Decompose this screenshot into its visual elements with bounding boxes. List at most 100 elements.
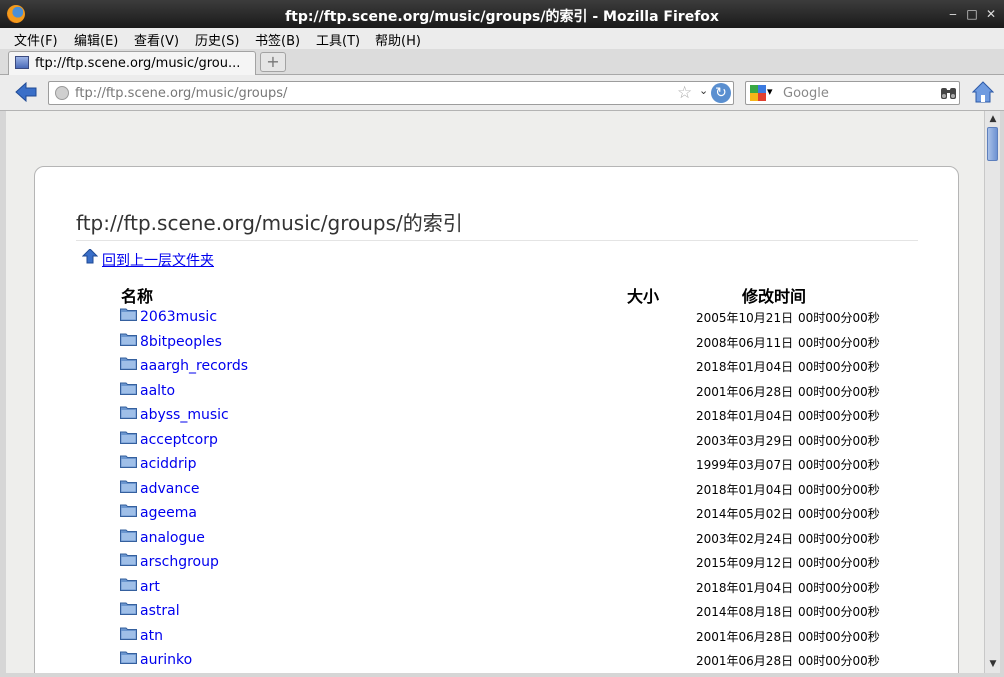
home-icon[interactable] [972,81,994,103]
menu-view[interactable]: 查看(V) [134,30,179,49]
folder-icon[interactable] [120,601,137,615]
tab-ftp-index[interactable]: ftp://ftp.scene.org/music/grou... [8,51,256,75]
page-viewport: ftp://ftp.scene.org/music/groups/的索引 回到上… [6,111,984,673]
globe-icon [55,86,69,100]
scroll-up-arrow-icon[interactable]: ▲ [986,112,1000,126]
folder-link[interactable]: atn [140,628,163,644]
modified-time: 00时00分00秒 [798,556,880,570]
modified-date: 1999年03月07日 [696,458,794,472]
back-arrow-icon[interactable] [15,82,37,102]
folder-icon[interactable] [120,454,137,468]
folder-link[interactable]: 8bitpeoples [140,334,222,350]
scrollbar-thumb[interactable] [987,127,998,161]
modified-time: 00时00分00秒 [798,335,880,350]
menu-history[interactable]: 历史(S) [195,30,239,49]
reload-icon[interactable]: ↻ [711,83,731,103]
modified-date: 2014年08月18日 [696,605,794,619]
folder-link[interactable]: aaargh_records [140,358,248,374]
modified-date: 2018年01月04日 [696,409,794,423]
modified-date: 2015年09月12日 [696,556,794,570]
folder-link[interactable]: acceptcorp [140,432,218,448]
modified-date: 2014年05月02日 [696,507,794,521]
folder-link[interactable]: aurinko [140,652,192,668]
table-row: acceptcorp 2003年03月29日 00时00分00秒 [120,430,890,450]
table-row: ageema 2014年05月02日 00时00分00秒 [120,503,890,523]
menu-bar: 文件(F) 编辑(E) 查看(V) 历史(S) 书签(B) 工具(T) 帮助(H… [0,28,1004,49]
minimize-button[interactable]: ‒ [946,7,960,21]
modified-date: 2003年03月29日 [696,433,794,448]
search-engine-dropdown-icon[interactable]: ▾ [767,85,773,98]
modified-time: 00时00分00秒 [798,360,880,374]
folder-icon[interactable] [120,405,137,419]
folder-link[interactable]: art [140,579,160,595]
folder-icon[interactable] [120,552,137,566]
modified-date: 2001年06月28日 [696,384,794,399]
table-row: aurinko 2001年06月28日 00时00分00秒 [120,650,890,670]
modified-time: 00时00分00秒 [798,482,880,497]
modified-time: 00时00分00秒 [798,409,880,423]
modified-time: 00时00分00秒 [798,654,880,668]
monitor-icon [15,56,29,69]
url-bar[interactable]: ftp://ftp.scene.org/music/groups/ ☆ ⌄ ↻ [48,81,734,105]
folder-icon[interactable] [120,307,137,321]
navigation-toolbar: ftp://ftp.scene.org/music/groups/ ☆ ⌄ ↻ … [0,75,1004,111]
modified-time: 00时00分00秒 [798,580,880,595]
folder-icon[interactable] [120,528,137,542]
column-header-modified[interactable]: 修改时间 [742,283,806,307]
maximize-button[interactable]: □ [965,7,979,21]
menu-bookmarks[interactable]: 书签(B) [255,30,300,49]
modified-time: 00时00分00秒 [798,629,880,644]
folder-link[interactable]: astral [140,603,180,619]
folder-link[interactable]: ageema [140,505,197,521]
scroll-down-arrow-icon[interactable]: ▼ [986,657,1000,671]
window-title: ftp://ftp.scene.org/music/groups/的索引 - M… [285,9,719,25]
folder-icon[interactable] [120,356,137,370]
column-header-name[interactable]: 名称 [121,283,153,307]
search-box[interactable]: ▾ Google [745,81,960,105]
menu-help[interactable]: 帮助(H) [375,30,421,49]
folder-link[interactable]: advance [140,481,200,497]
folder-icon[interactable] [120,626,137,640]
up-arrow-icon[interactable] [82,249,98,264]
folder-icon[interactable] [120,650,137,664]
menu-file[interactable]: 文件(F) [14,30,58,49]
folder-icon[interactable] [120,332,137,346]
close-button[interactable]: ✕ [984,7,998,21]
menu-edit[interactable]: 编辑(E) [74,30,118,49]
directory-listing-card: ftp://ftp.scene.org/music/groups/的索引 回到上… [34,166,959,673]
url-text[interactable]: ftp://ftp.scene.org/music/groups/ [75,86,287,101]
modified-date: 2001年06月28日 [696,654,794,668]
folder-icon[interactable] [120,577,137,591]
table-row: abyss_music 2018年01月04日 00时00分00秒 [120,405,890,425]
google-engine-icon[interactable] [750,85,766,101]
menu-tools[interactable]: 工具(T) [316,30,360,49]
modified-time: 00时00分00秒 [798,507,880,521]
folder-link[interactable]: analogue [140,530,205,546]
column-header-size[interactable]: 大小 [627,283,659,307]
tab-strip: ftp://ftp.scene.org/music/grou... + [0,49,1004,75]
folder-icon[interactable] [120,503,137,517]
folder-link[interactable]: aalto [140,383,175,399]
modified-date: 2003年02月24日 [696,531,794,546]
new-tab-button[interactable]: + [260,52,286,72]
binoculars-search-icon[interactable] [940,85,957,100]
vertical-scrollbar[interactable]: ▲ ▼ [984,111,1000,673]
bookmark-star-icon[interactable]: ☆ [677,83,692,103]
folder-link[interactable]: arschgroup [140,554,219,570]
modified-date: 2001年06月28日 [696,629,794,644]
tab-label: ftp://ftp.scene.org/music/grou... [35,56,241,71]
folder-icon[interactable] [120,430,137,444]
folder-icon[interactable] [120,381,137,395]
parent-folder-link-label[interactable]: 回到上一层文件夹 [102,250,214,270]
folder-link[interactable]: aciddrip [140,456,196,472]
url-history-dropdown-icon[interactable]: ⌄ [699,84,708,97]
window-bottom-edge [0,673,1004,677]
folder-link[interactable]: 2063music [140,309,217,325]
modified-date: 2018年01月04日 [696,580,794,595]
table-row: art 2018年01月04日 00时00分00秒 [120,577,890,597]
modified-time: 00时00分00秒 [798,458,880,472]
folder-icon[interactable] [120,479,137,493]
folder-link[interactable]: abyss_music [140,407,229,423]
modified-date: 2018年01月04日 [696,360,794,374]
search-input[interactable]: Google [783,86,829,101]
